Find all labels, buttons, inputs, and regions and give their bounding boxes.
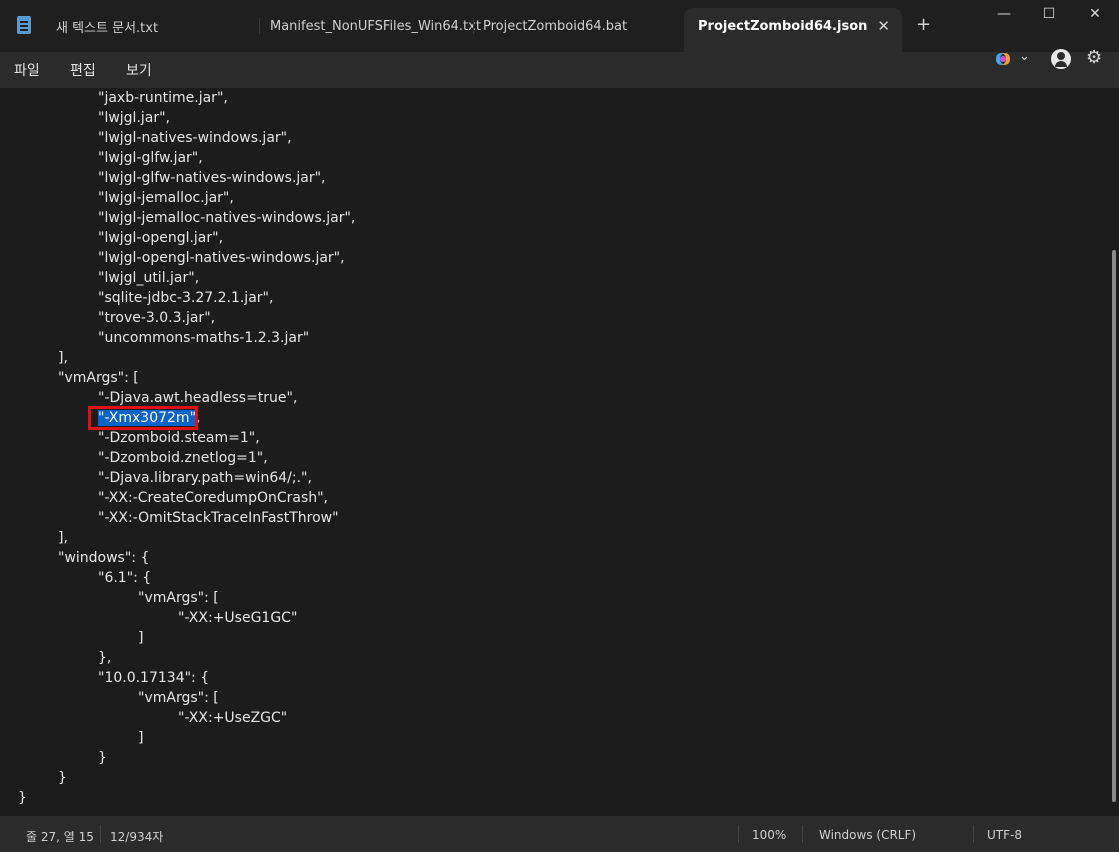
text-line: "lwjgl-glfw.jar", bbox=[98, 150, 203, 166]
status-divider bbox=[802, 825, 803, 843]
text-line: "lwjgl-opengl-natives-windows.jar", bbox=[98, 250, 345, 266]
text-line: "lwjgl_util.jar", bbox=[98, 270, 200, 286]
status-divider bbox=[973, 825, 974, 843]
text-line: "vmArgs": [ bbox=[138, 590, 219, 606]
tab-label: Manifest_NonUFSFiles_Win64.txt bbox=[270, 18, 481, 34]
gear-icon[interactable]: ⚙ bbox=[1086, 47, 1102, 68]
character-count: 12/934자 bbox=[110, 830, 164, 844]
text-line: "-Djava.library.path=win64/;.", bbox=[98, 470, 312, 486]
text-line: ] bbox=[138, 630, 144, 646]
vertical-scrollbar[interactable] bbox=[1110, 88, 1119, 816]
tab-json-active[interactable]: ProjectZomboid64.json ✕ bbox=[684, 8, 902, 52]
text-line: "lwjgl-jemalloc-natives-windows.jar", bbox=[98, 210, 356, 226]
text-line: "lwjgl-natives-windows.jar", bbox=[98, 130, 292, 146]
tab-manifest[interactable]: Manifest_NonUFSFiles_Win64.txt bbox=[256, 8, 481, 44]
tab-label: 새 텍스트 문서.txt bbox=[56, 20, 159, 36]
text-line: "lwjgl.jar", bbox=[98, 110, 171, 126]
text-line: "lwjgl-jemalloc.jar", bbox=[98, 190, 234, 206]
text-line: "-Dzomboid.steam=1", bbox=[98, 430, 260, 446]
text-line: } bbox=[98, 750, 107, 766]
maximize-button[interactable]: ☐ bbox=[1034, 6, 1064, 26]
chevron-down-icon[interactable]: ⌄ bbox=[1019, 49, 1030, 64]
text-line: "jaxb-runtime.jar", bbox=[98, 90, 228, 106]
text-line: "lwjgl-glfw-natives-windows.jar", bbox=[98, 170, 326, 186]
text-line: ] bbox=[138, 730, 144, 746]
text-line: ], bbox=[58, 530, 68, 546]
copilot-icon[interactable] bbox=[994, 51, 1012, 67]
text-line: "vmArgs": [ bbox=[138, 690, 219, 706]
status-divider bbox=[738, 825, 739, 843]
close-icon[interactable]: ✕ bbox=[877, 17, 890, 35]
encoding[interactable]: UTF-8 bbox=[987, 828, 1022, 842]
tab-label: ProjectZomboid64.json bbox=[698, 18, 868, 34]
title-bar: 새 텍스트 문서.txt Manifest_NonUFSFiles_Win64.… bbox=[0, 0, 1119, 52]
line-ending[interactable]: Windows (CRLF) bbox=[819, 828, 916, 842]
tab-new-text-document[interactable]: 새 텍스트 문서.txt bbox=[42, 8, 260, 44]
text-line: "vmArgs": [ bbox=[58, 370, 139, 386]
text-line: "-Dzomboid.znetlog=1", bbox=[98, 450, 268, 466]
add-tab-button[interactable]: + bbox=[916, 14, 931, 35]
window-close-button[interactable]: ✕ bbox=[1080, 6, 1110, 26]
text-line: "sqlite-jdbc-3.27.2.1.jar", bbox=[98, 290, 274, 306]
avatar[interactable] bbox=[1051, 49, 1071, 69]
text-line: "lwjgl-opengl.jar", bbox=[98, 230, 224, 246]
zoom-level[interactable]: 100% bbox=[752, 828, 786, 842]
text-line: "windows": { bbox=[58, 550, 150, 566]
status-divider bbox=[100, 825, 101, 843]
text-line: "uncommons-maths-1.2.3.jar" bbox=[98, 330, 310, 346]
tab-label: ProjectZomboid64.bat bbox=[483, 18, 628, 34]
text-line: "-XX:-CreateCoredumpOnCrash", bbox=[98, 490, 329, 506]
status-bar: 줄 27, 열 15 12/934자 100% Windows (CRLF) U… bbox=[0, 816, 1119, 852]
menu-view[interactable]: 보기 bbox=[126, 60, 152, 80]
text-editor[interactable]: "jaxb-runtime.jar", "lwjgl.jar", "lwjgl-na… bbox=[0, 88, 1110, 816]
notepad-icon bbox=[17, 16, 31, 34]
minimize-button[interactable]: — bbox=[989, 6, 1019, 26]
text-line: "6.1": { bbox=[98, 570, 152, 586]
menu-edit[interactable]: 편집 bbox=[70, 60, 96, 80]
text-line: "-XX:+UseZGC" bbox=[178, 710, 288, 726]
text-line: "-XX:-OmitStackTraceInFastThrow" bbox=[98, 510, 339, 526]
text-line: "10.0.17134": { bbox=[98, 670, 210, 686]
menu-bar: 파일 편집 보기 bbox=[0, 52, 1119, 88]
text-line: ], bbox=[58, 350, 68, 366]
scrollbar-thumb[interactable] bbox=[1112, 250, 1116, 802]
text-line: }, bbox=[98, 650, 112, 666]
text-line: } bbox=[58, 770, 67, 786]
text-line: "trove-3.0.3.jar", bbox=[98, 310, 216, 326]
highlight-box bbox=[88, 406, 198, 430]
text-line: "-Djava.awt.headless=true", bbox=[98, 390, 298, 406]
menu-file[interactable]: 파일 bbox=[14, 60, 40, 80]
text-line: "-XX:+UseG1GC" bbox=[178, 610, 298, 626]
cursor-position: 줄 27, 열 15 bbox=[26, 830, 94, 844]
tab-bat[interactable]: ProjectZomboid64.bat bbox=[469, 8, 687, 44]
text-line: } bbox=[18, 790, 27, 806]
